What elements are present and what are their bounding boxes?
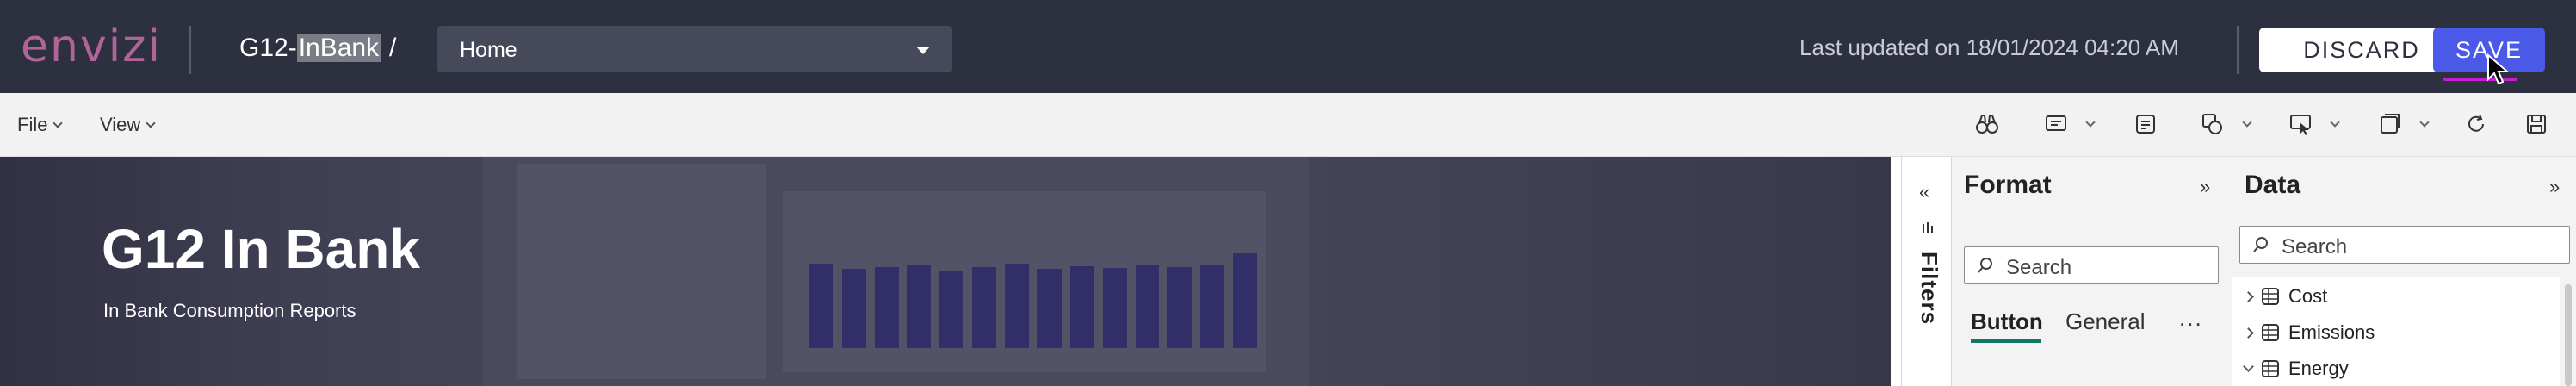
textbox-icon[interactable]	[2044, 112, 2068, 136]
data-search-placeholder: Search	[2282, 235, 2348, 258]
table-item-cost[interactable]: Cost	[2243, 279, 2328, 314]
chevron-down-icon[interactable]	[2419, 117, 2430, 128]
data-pane: Data » Search Cost Emissions Energy	[2232, 157, 2576, 386]
expand-data-icon[interactable]: »	[2549, 176, 2560, 198]
format-pane: Format » Search Button General ...	[1951, 157, 2232, 386]
chevron-right-icon[interactable]	[2243, 290, 2254, 302]
table-icon	[2262, 360, 2279, 377]
table-icon	[2262, 288, 2279, 305]
active-tab-indicator	[1971, 339, 2041, 343]
view-menu-label: View	[100, 114, 141, 135]
data-pane-title: Data	[2245, 171, 2301, 199]
table-item-label: Emissions	[2288, 321, 2375, 343]
table-item-energy[interactable]: Energy	[2243, 352, 2349, 386]
page-select-dropdown[interactable]: Home	[437, 26, 952, 72]
canvas-edge	[1891, 157, 1901, 386]
report-canvas[interactable]: G12 In Bank In Bank Consumption Reports	[0, 157, 1901, 386]
tab-general[interactable]: General	[2065, 308, 2146, 335]
filters-pane[interactable]: « Filters	[1901, 157, 1951, 386]
scrollbar-thumb[interactable]	[2565, 284, 2572, 386]
report-title-prefix: G12-	[239, 34, 297, 62]
format-pane-title: Format	[1964, 171, 2052, 199]
chevron-right-icon[interactable]	[2243, 327, 2254, 339]
data-search-input[interactable]: Search	[2239, 226, 2570, 264]
menu-toolbar: File View	[0, 93, 2576, 157]
table-item-label: Cost	[2288, 285, 2328, 307]
table-item-emissions[interactable]: Emissions	[2243, 315, 2375, 350]
banner-subtitle: In Bank Consumption Reports	[103, 300, 356, 321]
format-search-input[interactable]: Search	[1964, 246, 2219, 284]
collapse-filters-icon[interactable]: «	[1919, 181, 1929, 203]
chevron-down-icon[interactable]	[2243, 361, 2254, 372]
chevron-down-icon[interactable]	[2330, 117, 2340, 128]
search-icon	[1978, 258, 1992, 273]
binoculars-icon[interactable]	[1975, 112, 1999, 136]
chevron-down-icon	[53, 118, 64, 128]
visual-interaction-icon[interactable]	[2288, 112, 2313, 136]
chevron-down-icon[interactable]	[2242, 117, 2252, 128]
envizi-logo: envizi	[21, 21, 162, 72]
search-icon	[2253, 237, 2268, 252]
more-options-icon[interactable]: ...	[2179, 305, 2203, 332]
tab-button[interactable]: Button	[1971, 308, 2043, 335]
filters-label[interactable]: Filters	[1916, 252, 1942, 325]
table-item-label: Energy	[2288, 358, 2349, 379]
chevron-down-icon	[916, 47, 930, 54]
page-select-value: Home	[460, 38, 517, 62]
file-menu[interactable]: File	[17, 114, 64, 136]
shapes-icon[interactable]	[2201, 112, 2225, 136]
chevron-down-icon[interactable]	[2085, 117, 2096, 128]
data-pane-scrollbar[interactable]	[2560, 277, 2576, 386]
breadcrumb-separator: /	[389, 34, 397, 62]
mouse-cursor-icon	[2487, 53, 2510, 85]
format-search-placeholder: Search	[2006, 256, 2072, 279]
button-icon[interactable]	[2133, 112, 2158, 136]
data-field-list: Cost Emissions Energy	[2232, 277, 2560, 386]
file-menu-label: File	[17, 114, 48, 135]
filter-icon	[1923, 222, 1933, 233]
last-updated-text: Last updated on 18/01/2024 04:20 AM	[1799, 34, 2179, 60]
header-divider	[189, 26, 191, 74]
header-divider	[2237, 26, 2239, 74]
report-title-selected-text: InBank	[296, 34, 381, 62]
refresh-icon[interactable]	[2464, 112, 2488, 136]
banner-title: G12 In Bank	[102, 218, 420, 280]
view-menu[interactable]: View	[100, 114, 156, 136]
pages-icon[interactable]	[2378, 112, 2402, 136]
report-title[interactable]: G12-InBank	[239, 31, 381, 65]
app-header: envizi G12-InBank / Home Last updated on…	[0, 0, 2576, 93]
expand-format-icon[interactable]: »	[2200, 176, 2210, 198]
save-icon[interactable]	[2524, 112, 2548, 136]
table-icon	[2262, 324, 2279, 341]
chevron-down-icon	[146, 118, 156, 128]
